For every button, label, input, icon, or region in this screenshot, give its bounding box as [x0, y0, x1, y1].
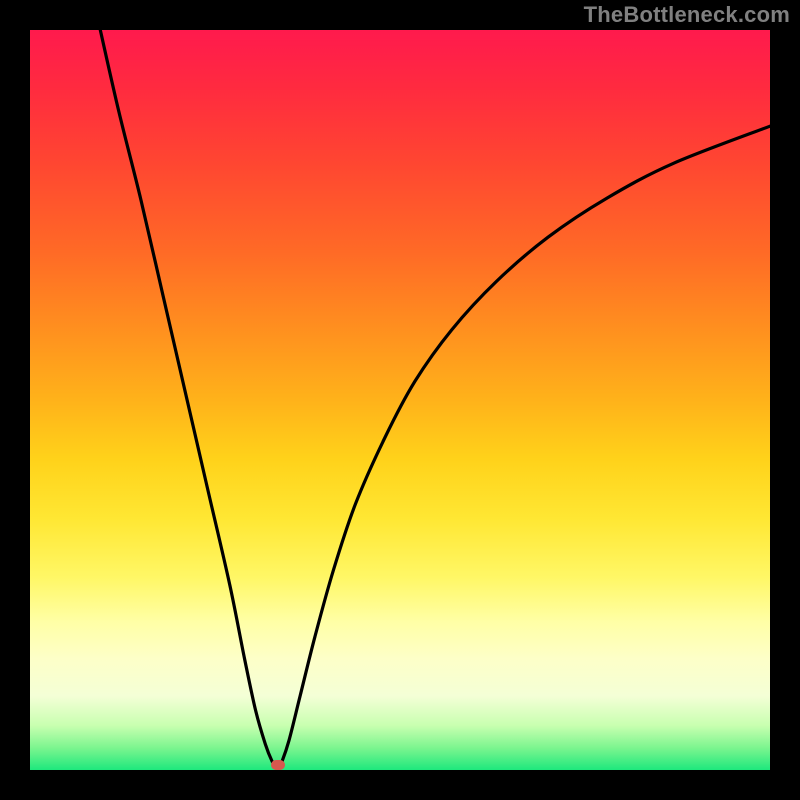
watermark-text: TheBottleneck.com: [584, 2, 790, 28]
plot-area: [30, 30, 770, 770]
bottleneck-curve: [30, 30, 770, 770]
optimal-point-marker: [271, 760, 285, 770]
chart-stage: TheBottleneck.com: [0, 0, 800, 800]
